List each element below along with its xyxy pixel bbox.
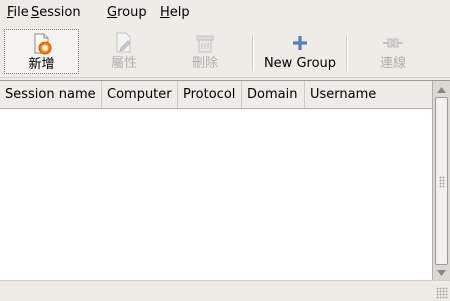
toolbar: 新增 屬性 刪除 New Group 連線 <box>0 25 450 78</box>
delete-button[interactable]: 刪除 <box>170 29 240 74</box>
new-group-label: New Group <box>263 56 337 71</box>
menu-help[interactable]: Help <box>160 5 190 20</box>
properties-button[interactable]: 屬性 <box>89 29 159 74</box>
resize-grip-icon[interactable] <box>436 287 448 299</box>
vertical-scrollbar[interactable] <box>432 81 450 281</box>
menu-file[interactable]: File <box>7 5 29 20</box>
new-group-button[interactable]: New Group <box>262 29 338 74</box>
column-header-protocol[interactable]: Protocol <box>178 81 242 108</box>
toolbar-separator <box>346 35 348 71</box>
plus-icon <box>293 36 307 50</box>
column-header-username[interactable]: Username <box>305 81 432 108</box>
scroll-up-button[interactable] <box>435 83 448 96</box>
new-document-icon <box>34 33 51 55</box>
connect-button[interactable]: 連線 <box>358 29 428 74</box>
statusbar <box>0 280 450 301</box>
delete-label: 刪除 <box>191 56 218 71</box>
new-session-button[interactable]: 新增 <box>4 29 79 74</box>
scroll-down-button[interactable] <box>435 266 448 279</box>
session-list[interactable]: Session name Computer Protocol Domain Us… <box>0 80 450 281</box>
properties-label: 屬性 <box>110 56 137 71</box>
connect-label: 連線 <box>379 56 406 71</box>
new-session-label: 新增 <box>28 57 55 72</box>
menubar: File Session Group Help <box>0 0 450 25</box>
menu-group[interactable]: Group <box>107 5 147 20</box>
toolbar-separator <box>252 35 254 71</box>
menu-session[interactable]: Session <box>31 5 81 20</box>
column-header-row: Session name Computer Protocol Domain Us… <box>0 81 432 109</box>
properties-icon <box>116 32 131 53</box>
column-header-domain[interactable]: Domain <box>242 81 305 108</box>
column-header-computer[interactable]: Computer <box>102 81 178 108</box>
column-header-session-name[interactable]: Session name <box>0 81 102 108</box>
delete-icon <box>196 35 214 53</box>
arrow-down-icon <box>437 269 446 276</box>
scrollbar-grip-icon <box>439 176 445 188</box>
plug-icon <box>383 38 403 48</box>
scrollbar-thumb[interactable] <box>435 97 448 265</box>
arrow-up-icon <box>437 86 446 93</box>
